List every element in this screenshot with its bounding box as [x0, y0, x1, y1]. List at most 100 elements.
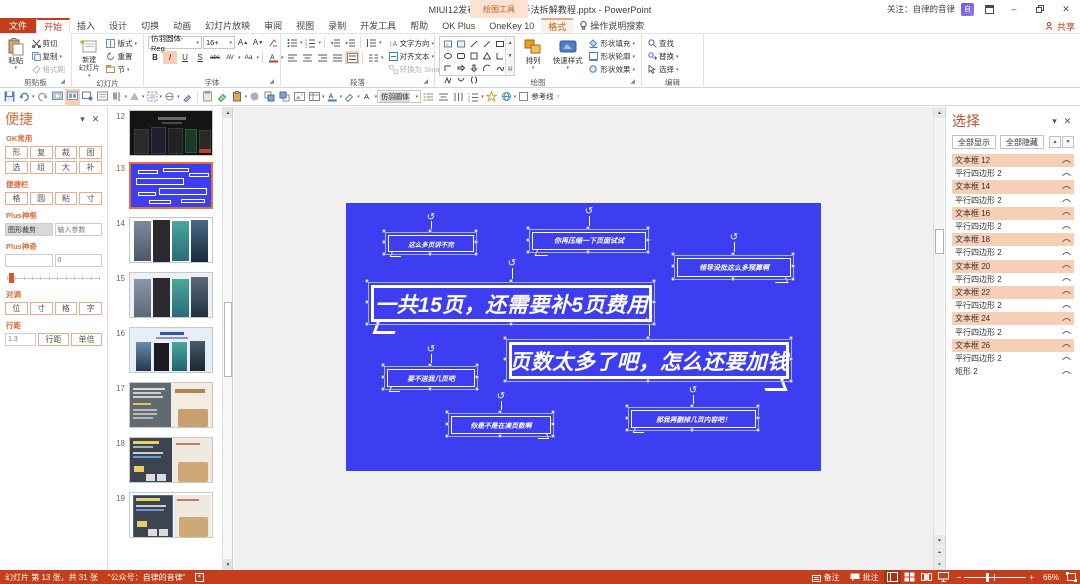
layout-button[interactable]: 版式 ▾	[104, 37, 139, 50]
eye-visible-icon[interactable]	[1062, 276, 1071, 282]
line-spacing-caret-icon[interactable]: ▾	[379, 40, 382, 46]
distribute-button[interactable]	[345, 51, 359, 64]
resize-handle[interactable]	[475, 363, 479, 367]
speech-bubble[interactable]: 领导没批这么多预算啊 ↺	[671, 233, 795, 283]
change-case-caret-icon[interactable]: ▾	[257, 55, 260, 61]
resize-handle[interactable]	[625, 416, 629, 420]
resize-handle[interactable]	[646, 250, 650, 254]
thumbnail-row[interactable]: 12	[109, 110, 232, 156]
arc-shape-icon[interactable]	[480, 62, 493, 74]
corner-shape-icon[interactable]	[493, 50, 506, 62]
tab-review[interactable]: 审阅	[257, 18, 289, 33]
share-button[interactable]: 共享	[1045, 18, 1075, 34]
zoom-slider[interactable]: − +	[952, 572, 1039, 582]
group-icon[interactable]	[145, 89, 160, 105]
align-left-button[interactable]	[285, 51, 299, 64]
resize-handle[interactable]	[646, 336, 650, 340]
canvas-scroll-up-icon[interactable]: ▲	[934, 107, 945, 118]
selection-pane-item[interactable]: 平行四边形 2	[952, 325, 1074, 338]
selection-pane-item[interactable]: 平行四边形 2	[952, 273, 1074, 286]
find-button[interactable]: 查找	[646, 37, 681, 50]
canvas-scroll-thumb[interactable]	[935, 229, 944, 254]
resize-handle[interactable]	[625, 404, 629, 408]
thumbnail-preview[interactable]	[129, 327, 213, 373]
eye-visible-icon[interactable]	[1062, 355, 1071, 361]
strikethrough-button[interactable]: abc	[208, 51, 222, 64]
tab-view[interactable]: 视图	[289, 18, 321, 33]
tab-developer[interactable]: 开发工具	[353, 18, 403, 33]
resize-handle[interactable]	[428, 229, 432, 233]
zoom-thumb[interactable]	[986, 572, 990, 582]
thumbnail-pane-scrollbar[interactable]: ▲ ▼	[222, 107, 232, 570]
rotate-handle[interactable]: ↺	[427, 345, 436, 355]
down-arrow-shape-icon[interactable]	[467, 62, 480, 74]
quick-styles-button[interactable]: 快速样式 ▾	[551, 36, 584, 71]
thumbnail-row[interactable]: 13	[109, 162, 232, 209]
thumbnail-preview[interactable]	[129, 217, 213, 263]
restore-button[interactable]	[1030, 0, 1050, 18]
resize-handle[interactable]	[526, 226, 530, 230]
toolbar-font-box[interactable]: 仿羽圆体 ▾	[377, 90, 422, 103]
highlight-icon[interactable]	[342, 89, 357, 105]
align-right-button[interactable]	[315, 51, 329, 64]
resize-handle[interactable]	[671, 264, 675, 268]
resize-handle[interactable]	[791, 277, 795, 281]
character-spacing-caret-icon[interactable]: ▾	[238, 55, 241, 61]
select-caret-icon[interactable]: ▾	[676, 67, 679, 73]
slide-editing-surface[interactable]: 这么多页讲不完 ↺ 你再压缩一下页面试试 ↺ 领导没批这么多预算啊 ↺ 一共15…	[346, 203, 821, 471]
resize-handle[interactable]	[756, 428, 760, 432]
document-theme-label[interactable]: “公众号：自律的音律”	[103, 570, 190, 584]
clipboard-dialog-launcher[interactable]: ◢	[60, 77, 65, 87]
selection-pane-item[interactable]: 平行四边形 2	[952, 167, 1074, 180]
tab-home[interactable]: 开始	[36, 18, 71, 34]
slide-show-current-icon[interactable]	[64, 88, 80, 105]
drawing-dialog-launcher[interactable]: ◢	[630, 77, 635, 87]
resize-handle[interactable]	[428, 387, 432, 391]
animation-icon[interactable]	[484, 89, 499, 105]
resize-handle[interactable]	[791, 252, 795, 256]
ok-btn-fill[interactable]: 补	[79, 161, 102, 174]
rotate-handle[interactable]: ↺	[645, 316, 654, 326]
resize-handle[interactable]	[526, 238, 530, 242]
thumbnail-preview[interactable]	[129, 272, 213, 318]
text-direction-caret-icon[interactable]: ▾	[432, 41, 435, 47]
elbow-shape-icon[interactable]	[441, 62, 454, 74]
toolbar-columns-icon[interactable]	[451, 89, 466, 105]
insert-picture-icon[interactable]	[292, 89, 307, 105]
zoom-level-label[interactable]: 66%	[1039, 573, 1063, 582]
plus-magic-input-2[interactable]: 0	[54, 254, 102, 267]
resize-handle[interactable]	[445, 434, 449, 438]
textbox-shape-icon[interactable]: A	[441, 38, 454, 50]
rotate-handle[interactable]: ↺	[497, 392, 506, 402]
table-icon[interactable]	[307, 89, 322, 105]
resize-handle[interactable]	[625, 428, 629, 432]
rotate-handle[interactable]: ↺	[585, 207, 594, 217]
avatar[interactable]: 自	[961, 2, 974, 16]
resize-handle[interactable]	[526, 250, 530, 254]
thumbnail-row[interactable]: 14	[109, 217, 232, 263]
plus-frame-mode-input[interactable]: 图形裁剪	[5, 223, 53, 236]
ok-btn-copy[interactable]: 复	[29, 146, 53, 159]
resize-handle[interactable]	[789, 357, 793, 361]
clipboard-icon[interactable]	[200, 89, 215, 105]
line-spacing-button[interactable]	[364, 36, 378, 49]
slideshow-icon[interactable]	[935, 570, 952, 584]
rectangle-shape-icon[interactable]	[493, 38, 506, 50]
presenter-icon[interactable]	[80, 89, 95, 105]
hyperlink-icon[interactable]	[499, 89, 514, 105]
resize-handle[interactable]	[789, 336, 793, 340]
resize-handle[interactable]	[474, 240, 478, 244]
resize-handle[interactable]	[671, 277, 675, 281]
swap-btn-text[interactable]: 字	[79, 302, 102, 315]
tab-transitions[interactable]: 切换	[134, 18, 166, 33]
eye-visible-icon[interactable]	[1062, 289, 1071, 295]
increase-indent-button[interactable]	[343, 36, 357, 49]
tab-ok-plus[interactable]: OK Plus	[435, 18, 482, 33]
resize-handle[interactable]	[551, 434, 555, 438]
resize-handle[interactable]	[381, 363, 385, 367]
shapes-gallery-scroll[interactable]: ▲ ▼ ▤	[505, 37, 515, 75]
select-button[interactable]: 选择 ▾	[646, 63, 681, 76]
arrow-up-icon[interactable]: ▲	[1049, 136, 1061, 148]
eye-visible-icon[interactable]	[1062, 316, 1071, 322]
arrow-down-icon[interactable]: ▼	[1062, 136, 1074, 148]
